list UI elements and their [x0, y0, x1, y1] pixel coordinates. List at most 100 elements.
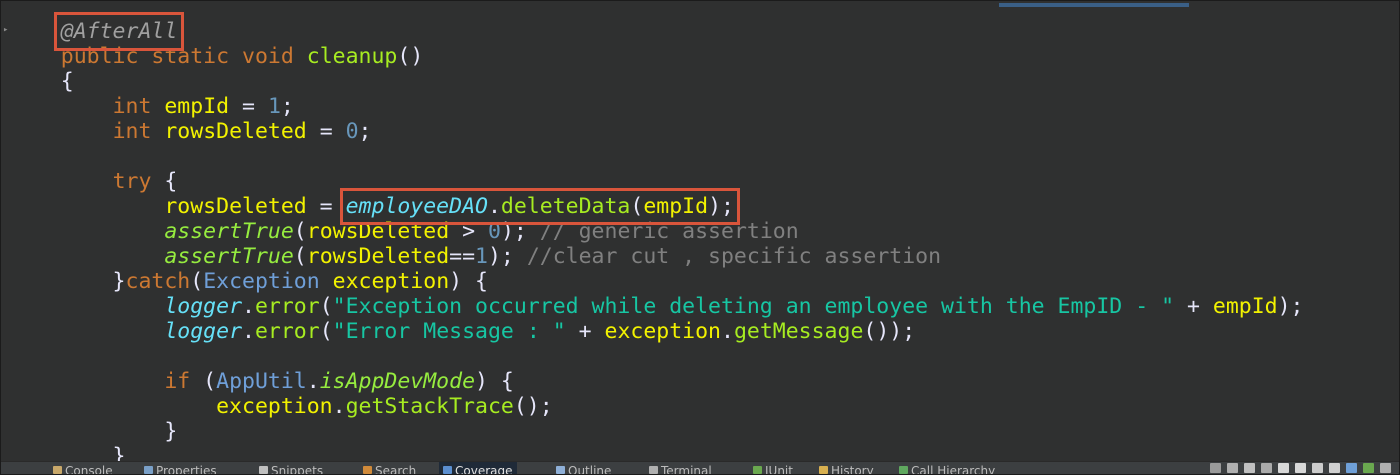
code-token: );	[708, 194, 734, 219]
code-token: try	[112, 169, 152, 194]
code-token: empId	[643, 194, 709, 219]
code-token: ) {	[449, 269, 488, 294]
pin-icon[interactable]	[1312, 463, 1323, 473]
code-token: deleteData	[500, 194, 631, 219]
search-icon	[363, 466, 372, 474]
tab-label: Snippets	[271, 464, 324, 474]
code-token: .	[332, 394, 346, 419]
highlighted-call: employeeDAO.deleteData(empId);	[339, 188, 740, 225]
code-token: int	[112, 94, 152, 119]
code-token: =	[229, 94, 268, 119]
code-token: );	[500, 219, 540, 244]
code-token: );	[487, 244, 527, 269]
code-token: >	[449, 219, 488, 244]
highlighted-annotation: @AfterAll	[53, 12, 185, 51]
code-token: empId	[1212, 294, 1278, 319]
maximize-icon[interactable]	[1380, 463, 1391, 473]
code-token: 0	[487, 219, 501, 244]
code-line[interactable]	[9, 344, 1389, 369]
merge-icon[interactable]	[1261, 463, 1272, 473]
word-wrap-icon[interactable]	[1295, 463, 1306, 473]
code-token: rowsDeleted	[164, 194, 307, 219]
minimize-icon[interactable]	[1363, 463, 1374, 473]
bottom-view-tabs: Console Properties Snippets Search Coverage O…	[1, 461, 1399, 474]
code-token: "Error Message : "	[332, 319, 566, 344]
tab-label: History	[831, 464, 874, 474]
code-line[interactable]: rowsDeleted = employeeDAO.deleteData(emp…	[9, 188, 1389, 225]
code-token: // generic assertion	[539, 219, 799, 244]
code-token: empId	[164, 94, 230, 119]
code-token: ());	[863, 319, 916, 344]
new-console-icon[interactable]	[1346, 463, 1357, 473]
code-line[interactable]: logger.error("Exception occurred while d…	[9, 294, 1389, 319]
tab-outline[interactable]: Outline	[556, 462, 611, 474]
code-token: =	[306, 119, 346, 144]
remove-launch-icon[interactable]	[1210, 463, 1221, 473]
code-line[interactable]: public static void cleanup()	[9, 44, 1389, 69]
fold-marker-icon[interactable]: ▸	[3, 25, 8, 35]
view-toolbar	[1210, 463, 1391, 474]
code-line[interactable]: int rowsDeleted = 0;	[9, 119, 1389, 144]
tab-call-hierarchy[interactable]: Call Hierarchy	[899, 462, 995, 474]
code-line[interactable]: }catch(Exception exception) {	[9, 269, 1389, 294]
tab-junit[interactable]: JUnit	[753, 462, 793, 474]
code-line[interactable]: try {	[9, 169, 1389, 194]
tab-search[interactable]: Search	[363, 462, 416, 474]
code-token: +	[1174, 294, 1213, 319]
code-line[interactable]	[9, 144, 1389, 169]
code-line[interactable]: if (AppUtil.isAppDevMode) {	[9, 369, 1389, 394]
code-line[interactable]: @AfterAll	[9, 12, 1389, 51]
code-token: 1	[267, 94, 281, 119]
code-token: getMessage	[733, 319, 864, 344]
code-token: int	[112, 119, 152, 144]
code-line[interactable]: {	[9, 69, 1389, 94]
code-token: isAppDevMode	[319, 369, 476, 394]
code-token: //clear cut , specific assertion	[526, 244, 942, 269]
code-line[interactable]: logger.error("Error Message : " + except…	[9, 319, 1389, 344]
code-token: void	[242, 44, 294, 69]
code-line[interactable]: }	[9, 419, 1389, 444]
code-token: AppUtil	[216, 369, 307, 394]
scroll-lock-icon[interactable]	[1278, 463, 1289, 473]
code-token: exception	[216, 394, 333, 419]
remove-all-icon[interactable]	[1227, 463, 1238, 473]
code-editor[interactable]: @AfterAll public static void cleanup() {…	[9, 12, 1389, 469]
code-line[interactable]: assertTrue(rowsDeleted==1); //clear cut …	[9, 244, 1389, 269]
code-token: (	[319, 294, 333, 319]
tab-terminal[interactable]: Terminal	[649, 462, 712, 474]
display-selected-icon[interactable]	[1329, 463, 1340, 473]
code-line[interactable]: assertTrue(rowsDeleted > 0); // generic …	[9, 219, 1389, 244]
code-token: (	[190, 369, 217, 394]
tab-coverage[interactable]: Coverage	[439, 462, 517, 474]
code-token: (	[319, 319, 333, 344]
tab-label: Search	[375, 464, 417, 474]
tab-snippets[interactable]: Snippets	[259, 462, 323, 474]
tab-history[interactable]: History	[819, 462, 874, 474]
collapse-icon[interactable]	[1244, 463, 1255, 473]
coverage-icon	[443, 466, 452, 474]
code-token: ()	[397, 44, 424, 69]
code-token: .	[242, 319, 255, 344]
code-token: ;	[280, 94, 294, 119]
code-line[interactable]: exception.getStackTrace();	[9, 394, 1389, 419]
code-token: 1	[475, 244, 488, 269]
code-token: assertTrue	[164, 219, 294, 244]
code-token: logger	[164, 319, 243, 344]
tab-properties[interactable]: Properties	[144, 462, 217, 474]
code-line[interactable]: int empId = 1;	[9, 94, 1389, 119]
tab-label: Terminal	[661, 464, 712, 474]
code-token: rowsDeleted	[164, 119, 307, 144]
code-token: (	[293, 219, 307, 244]
code-token: Exception	[203, 269, 320, 294]
code-token: .	[487, 194, 501, 219]
history-icon	[819, 466, 828, 474]
tab-console[interactable]: Console	[53, 462, 113, 474]
